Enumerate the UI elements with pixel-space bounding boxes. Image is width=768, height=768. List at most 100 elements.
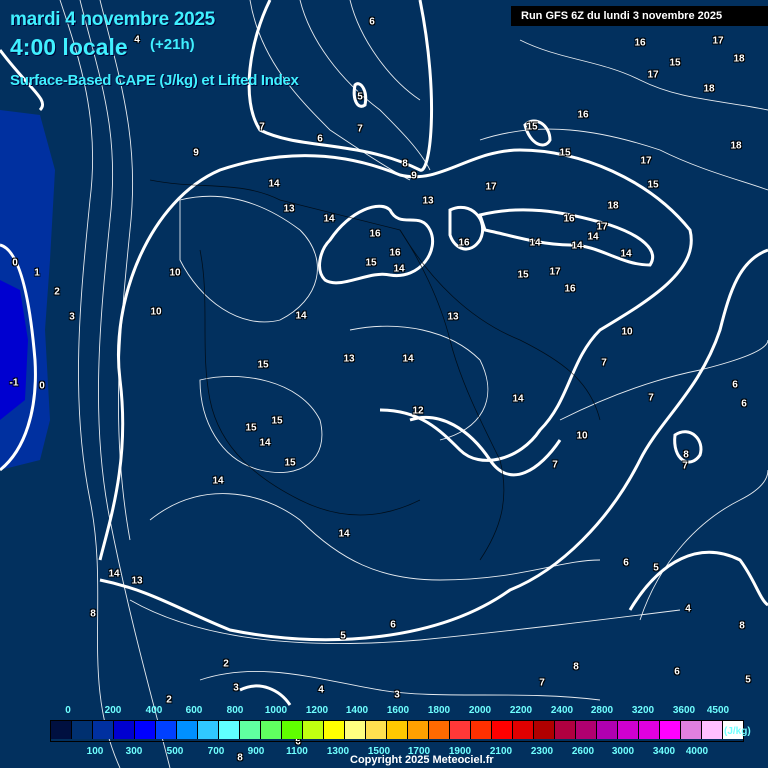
legend-label: 4000 (685, 746, 709, 757)
lifted-index-label: 0 (12, 257, 18, 269)
lifted-index-label: 15 (526, 121, 538, 133)
legend-swatch (450, 721, 471, 739)
legend-swatch (576, 721, 597, 739)
lifted-index-label: 6 (741, 398, 747, 410)
contours-thin (59, 0, 768, 768)
legend-swatch (387, 721, 408, 739)
lifted-index-label: 14 (338, 528, 350, 540)
lifted-index-label: 8 (237, 752, 243, 764)
lifted-index-label: 15 (284, 457, 296, 469)
lifted-index-label: 17 (596, 221, 608, 233)
lifted-index-label: 13 (131, 575, 143, 587)
lifted-index-label: 16 (458, 237, 470, 249)
lifted-index-label: 4 (318, 684, 324, 696)
lifted-index-label: 14 (323, 213, 335, 225)
legend-swatch (534, 721, 555, 739)
legend-label: 1400 (345, 705, 369, 716)
lifted-index-label: 15 (559, 147, 571, 159)
legend-swatch (156, 721, 177, 739)
lifted-index-label: 15 (271, 415, 283, 427)
lifted-index-label: 14 (259, 437, 271, 449)
lifted-index-label: 13 (447, 311, 459, 323)
legend-label: 800 (226, 705, 244, 716)
lifted-index-label: 6 (674, 666, 680, 678)
lifted-index-label: 6 (732, 379, 738, 391)
legend-label: 300 (125, 746, 143, 757)
legend-label: 1600 (386, 705, 410, 716)
lifted-index-label: 13 (283, 203, 295, 215)
copyright: Copyright 2025 Meteociel.fr (350, 754, 494, 766)
lifted-index-label: 7 (552, 459, 558, 471)
lifted-index-label: 15 (647, 179, 659, 191)
legend-label: 200 (104, 705, 122, 716)
lifted-index-label: 6 (317, 133, 323, 145)
legend-label: 4500 (706, 705, 730, 716)
legend-label: 900 (247, 746, 265, 757)
legend-label: 2000 (468, 705, 492, 716)
parameter-title: Surface-Based CAPE (J/kg) et Lifted Inde… (10, 72, 299, 89)
legend-swatch (303, 721, 324, 739)
lifted-index-label: 16 (563, 213, 575, 225)
lifted-index-label: 14 (212, 475, 224, 487)
contours-thick (0, 0, 768, 706)
lifted-index-label: 10 (576, 430, 588, 442)
lifted-index-label: 16 (389, 247, 401, 259)
lifted-index-label: 5 (653, 562, 659, 574)
lifted-index-label: 15 (365, 257, 377, 269)
lifted-index-label: 5 (357, 91, 363, 103)
forecast-date: mardi 4 novembre 2025 (10, 9, 215, 30)
lifted-index-label: 5 (340, 630, 346, 642)
legend-label: 1800 (427, 705, 451, 716)
legend-label: 1300 (326, 746, 350, 757)
legend-label: 100 (86, 746, 104, 757)
lifted-index-label: 3 (69, 311, 75, 323)
lifted-index-label: 15 (257, 359, 269, 371)
legend-label: 1200 (305, 705, 329, 716)
lifted-index-label: 2 (54, 286, 60, 298)
legend-label: 400 (145, 705, 163, 716)
legend-swatch (660, 721, 681, 739)
legend-label: 1100 (286, 746, 308, 757)
lifted-index-label: 8 (90, 608, 96, 620)
lifted-index-label: 14 (512, 393, 524, 405)
legend-swatch (366, 721, 387, 739)
legend-label: 600 (185, 705, 203, 716)
legend-label: 2300 (530, 746, 554, 757)
lifted-index-label: 13 (343, 353, 355, 365)
legend-label: 500 (166, 746, 184, 757)
legend-swatch (618, 721, 639, 739)
lifted-index-label: 8 (573, 661, 579, 673)
lifted-index-label: 17 (647, 69, 659, 81)
lifted-index-label: 18 (733, 53, 745, 65)
lifted-index-label: 7 (259, 121, 265, 133)
weather-map: mardi 4 novembre 2025 4:00 locale (+21h)… (0, 0, 768, 768)
lifted-index-label: 15 (669, 57, 681, 69)
lifted-index-label: 18 (730, 140, 742, 152)
legend-swatch (177, 721, 198, 739)
lifted-index-label: 17 (712, 35, 724, 47)
lifted-index-label: 10 (621, 326, 633, 338)
lifted-index-label: 14 (587, 231, 599, 243)
legend-swatch (429, 721, 450, 739)
run-info: Run GFS 6Z du lundi 3 novembre 2025 (511, 6, 768, 26)
legend-swatch (555, 721, 576, 739)
lifted-index-label: 0 (39, 380, 45, 392)
legend-swatch (72, 721, 93, 739)
lifted-index-label: 7 (601, 357, 607, 369)
lifted-index-label: 7 (682, 460, 688, 472)
color-legend (50, 720, 744, 742)
lifted-index-label: 3 (394, 689, 400, 701)
lifted-index-label: 7 (539, 677, 545, 689)
lifted-index-label: 2 (223, 658, 229, 670)
legend-swatch (93, 721, 114, 739)
lifted-index-label: 6 (369, 16, 375, 28)
forecast-time: 4:00 locale (10, 34, 128, 60)
lifted-index-label: -1 (9, 377, 19, 389)
legend-swatch (492, 721, 513, 739)
legend-swatch (135, 721, 156, 739)
lifted-index-label: 9 (193, 147, 199, 159)
lifted-index-label: 4 (685, 603, 691, 615)
lifted-index-label: 4 (134, 34, 140, 46)
legend-label: 2400 (550, 705, 574, 716)
lifted-index-label: 12 (412, 405, 424, 417)
